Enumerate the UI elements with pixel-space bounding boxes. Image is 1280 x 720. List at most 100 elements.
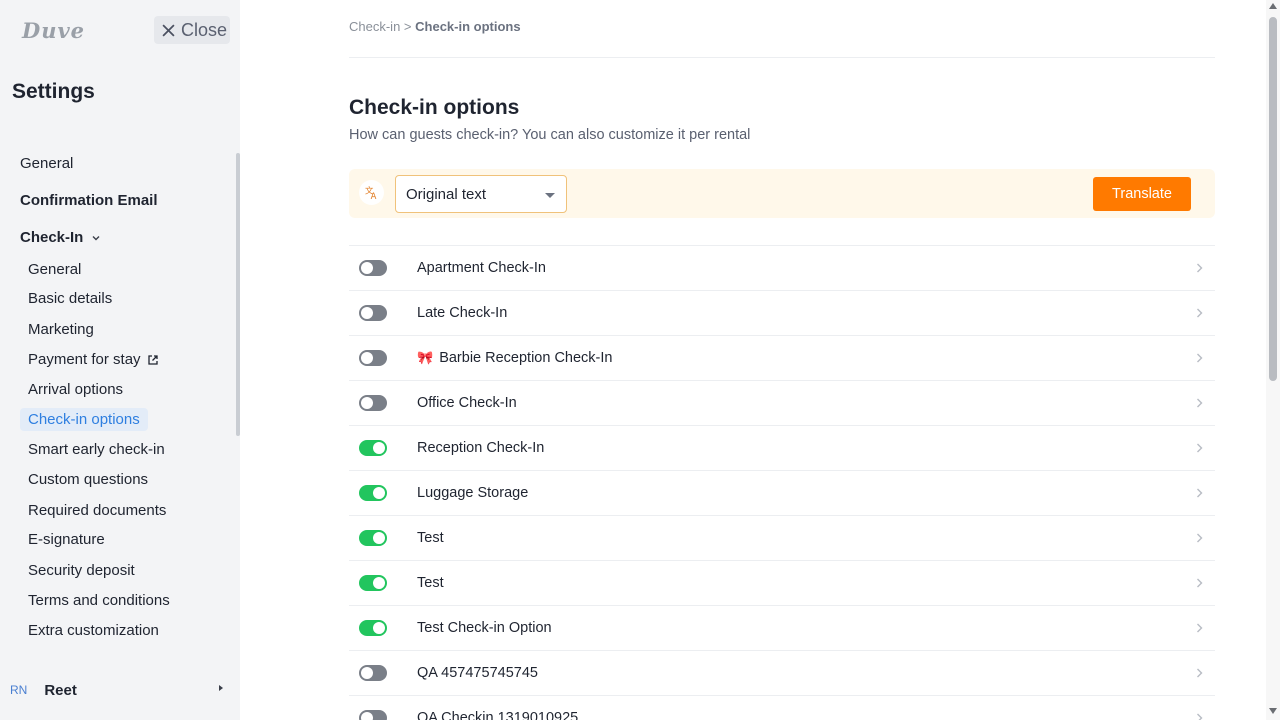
chevron-right-icon <box>1197 578 1203 588</box>
option-label-text: Office Check-In <box>417 395 517 411</box>
chevron-right-icon <box>1197 533 1203 543</box>
chevron-right-icon <box>1197 713 1203 720</box>
check-in-option-row[interactable]: Luggage Storage <box>349 470 1215 515</box>
sidebar-item-security-deposit[interactable]: Security deposit <box>20 559 143 582</box>
sidebar-item-arrival-options[interactable]: Arrival options <box>20 378 131 401</box>
breadcrumb-current: Check-in options <box>415 19 521 34</box>
chevron-right-icon <box>1197 443 1203 453</box>
sidebar-item-extra-customization[interactable]: Extra customization <box>20 619 167 642</box>
sidebar-scrollbar[interactable] <box>236 153 240 436</box>
sidebar-item-terms-and-conditions[interactable]: Terms and conditions <box>20 589 178 612</box>
toggle-knob <box>373 577 385 589</box>
close-icon <box>162 23 175 37</box>
option-label: Late Check-In <box>417 305 507 321</box>
sidebar-item-label: E-signature <box>28 531 105 548</box>
breadcrumb-parent[interactable]: Check-in <box>349 19 400 34</box>
check-in-option-row[interactable]: Reception Check-In <box>349 425 1215 470</box>
sidebar-item-label: Custom questions <box>28 471 149 488</box>
scroll-up-arrow-icon[interactable] <box>1269 3 1277 9</box>
option-toggle[interactable] <box>359 350 387 366</box>
check-in-option-row[interactable]: Test <box>349 560 1215 605</box>
option-label: Test Check-in Option <box>417 620 552 636</box>
sidebar-item-label: Check-in options <box>28 411 140 428</box>
check-in-option-row[interactable]: QA Checkin 1319010925 <box>349 695 1215 720</box>
sidebar-item-e-signature[interactable]: E-signature <box>20 528 113 551</box>
check-in-option-row[interactable]: Test <box>349 515 1215 560</box>
breadcrumb-separator: > <box>403 19 412 34</box>
check-in-option-row[interactable]: Apartment Check-In <box>349 245 1215 290</box>
nav-check-in[interactable]: Check-In <box>20 229 101 246</box>
svg-text:A: A <box>371 191 377 200</box>
sidebar-item-custom-questions[interactable]: Custom questions <box>20 468 156 491</box>
caret-right-icon <box>219 685 223 691</box>
option-label-text: Test Check-in Option <box>417 620 552 636</box>
translate-button[interactable]: Translate <box>1093 177 1191 211</box>
duve-logo: Duve <box>22 18 86 43</box>
check-in-option-row[interactable]: QA 457475745745 <box>349 650 1215 695</box>
close-label: Close <box>181 19 228 40</box>
sidebar-item-general[interactable]: General <box>20 258 89 281</box>
option-toggle[interactable] <box>359 485 387 501</box>
page-scrollbar-thumb[interactable] <box>1269 17 1277 381</box>
toggle-knob <box>361 397 373 409</box>
option-label-text: Apartment Check-In <box>417 260 546 276</box>
language-select[interactable]: Original text <box>395 175 567 213</box>
chevron-down-icon <box>92 235 100 240</box>
option-label: Test <box>417 530 444 546</box>
option-toggle[interactable] <box>359 260 387 276</box>
chevron-right-icon <box>1197 398 1203 408</box>
sidebar-item-payment-for-stay[interactable]: Payment for stay <box>20 348 167 371</box>
option-label-text: QA Checkin 1319010925 <box>417 710 579 720</box>
sidebar-item-label: Basic details <box>28 290 113 307</box>
translate-icon: 文A <box>359 180 384 205</box>
option-label-text: QA 457475745745 <box>417 665 538 681</box>
option-toggle[interactable] <box>359 710 387 720</box>
option-toggle[interactable] <box>359 305 387 321</box>
option-label-text: Barbie Reception Check-In <box>439 350 613 366</box>
option-toggle[interactable] <box>359 440 387 456</box>
sidebar-item-smart-early-check-in[interactable]: Smart early check-in <box>20 438 173 461</box>
option-label: Reception Check-In <box>417 440 544 456</box>
check-in-option-row[interactable]: Late Check-In <box>349 290 1215 335</box>
option-toggle[interactable] <box>359 620 387 636</box>
check-in-option-row[interactable]: Test Check-in Option <box>349 605 1215 650</box>
header-divider <box>349 57 1215 58</box>
chevron-right-icon <box>1197 353 1203 363</box>
sidebar-item-label: Smart early check-in <box>28 441 165 458</box>
option-toggle[interactable] <box>359 575 387 591</box>
sidebar-item-marketing[interactable]: Marketing <box>20 318 102 341</box>
sidebar-item-label: Required documents <box>28 502 167 519</box>
close-button[interactable]: Close <box>154 16 230 44</box>
chevron-right-icon <box>1197 488 1203 498</box>
option-label-text: Reception Check-In <box>417 440 545 456</box>
language-select-value: Original text <box>406 185 487 203</box>
nav-general[interactable]: General <box>20 155 73 172</box>
option-label: Test <box>417 575 444 591</box>
nav-confirmation-email[interactable]: Confirmation Email <box>20 192 158 209</box>
sidebar-item-label: Payment for stay <box>28 351 141 368</box>
chevron-down-icon <box>545 193 555 198</box>
check-in-options-list: Apartment Check-In Late Check-In 🎀 Barbie R… <box>349 245 1215 720</box>
option-label: QA 457475745745 <box>417 665 538 681</box>
option-toggle[interactable] <box>359 665 387 681</box>
chevron-right-icon <box>1197 668 1203 678</box>
chevron-right-icon <box>1197 263 1203 273</box>
option-toggle[interactable] <box>359 395 387 411</box>
scroll-down-arrow-icon[interactable] <box>1269 708 1277 714</box>
check-in-option-row[interactable]: 🎀 Barbie Reception Check-In <box>349 335 1215 380</box>
check-in-option-row[interactable]: Office Check-In <box>349 380 1215 425</box>
toggle-knob <box>373 532 385 544</box>
toggle-knob <box>361 352 373 364</box>
sidebar-item-basic-details[interactable]: Basic details <box>20 287 120 310</box>
page-title: Check-in options <box>349 96 520 119</box>
option-toggle[interactable] <box>359 530 387 546</box>
sidebar-item-check-in-options[interactable]: Check-in options <box>20 408 148 431</box>
user-menu[interactable]: RN Reet <box>0 676 240 704</box>
sidebar-item-label: Security deposit <box>28 562 135 579</box>
sidebar-item-required-documents[interactable]: Required documents <box>20 499 174 522</box>
sidebar-item-label: Extra customization <box>28 622 159 639</box>
avatar: RN <box>10 683 28 697</box>
nav-check-in-label: Check-In <box>20 229 84 246</box>
toggle-knob <box>361 307 373 319</box>
ribbon-emoji-icon: 🎀 <box>417 350 434 365</box>
